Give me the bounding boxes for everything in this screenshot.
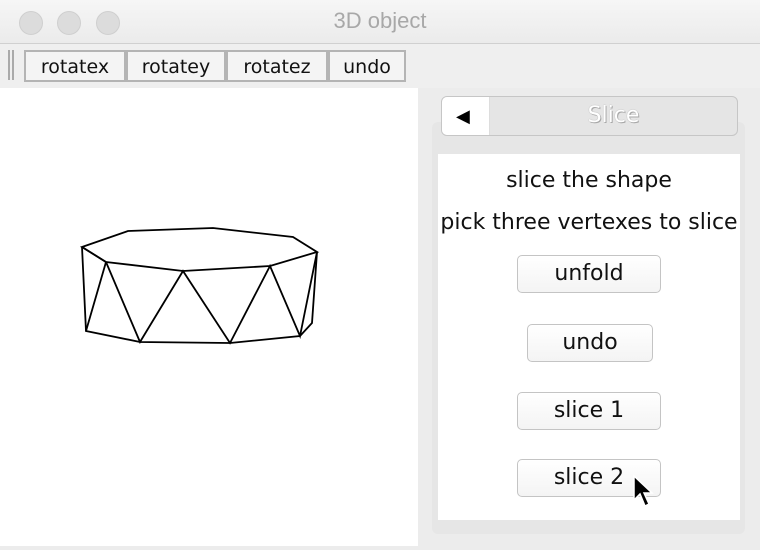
title-bar: 3D object <box>0 0 760 44</box>
3d-canvas[interactable] <box>0 88 418 546</box>
slice-tab-header: ◀ Slice <box>441 96 738 136</box>
3d-shape-wireframe <box>79 227 320 345</box>
back-arrow-icon: ◀ <box>456 106 470 127</box>
rotatey-button[interactable]: rotatey <box>126 50 226 82</box>
tab-title: Slice <box>587 103 640 128</box>
undo-toolbar-button[interactable]: undo <box>328 50 406 82</box>
rotatez-button[interactable]: rotatez <box>226 50 328 82</box>
unfold-button[interactable]: unfold <box>517 255 661 293</box>
instruction-text: pick three vertexes to slice <box>440 210 738 235</box>
toolbar-grip[interactable] <box>8 50 14 80</box>
mouse-cursor-icon <box>633 474 654 508</box>
slice-content: slice the shape pick three vertexes to s… <box>438 154 740 520</box>
instruction-title: slice the shape <box>506 168 672 193</box>
rotatex-button[interactable]: rotatex <box>24 50 126 82</box>
window-title: 3D object <box>333 8 427 33</box>
undo-button[interactable]: undo <box>527 324 653 362</box>
back-button[interactable]: ◀ <box>442 97 490 135</box>
slice-1-button[interactable]: slice 1 <box>517 392 661 430</box>
